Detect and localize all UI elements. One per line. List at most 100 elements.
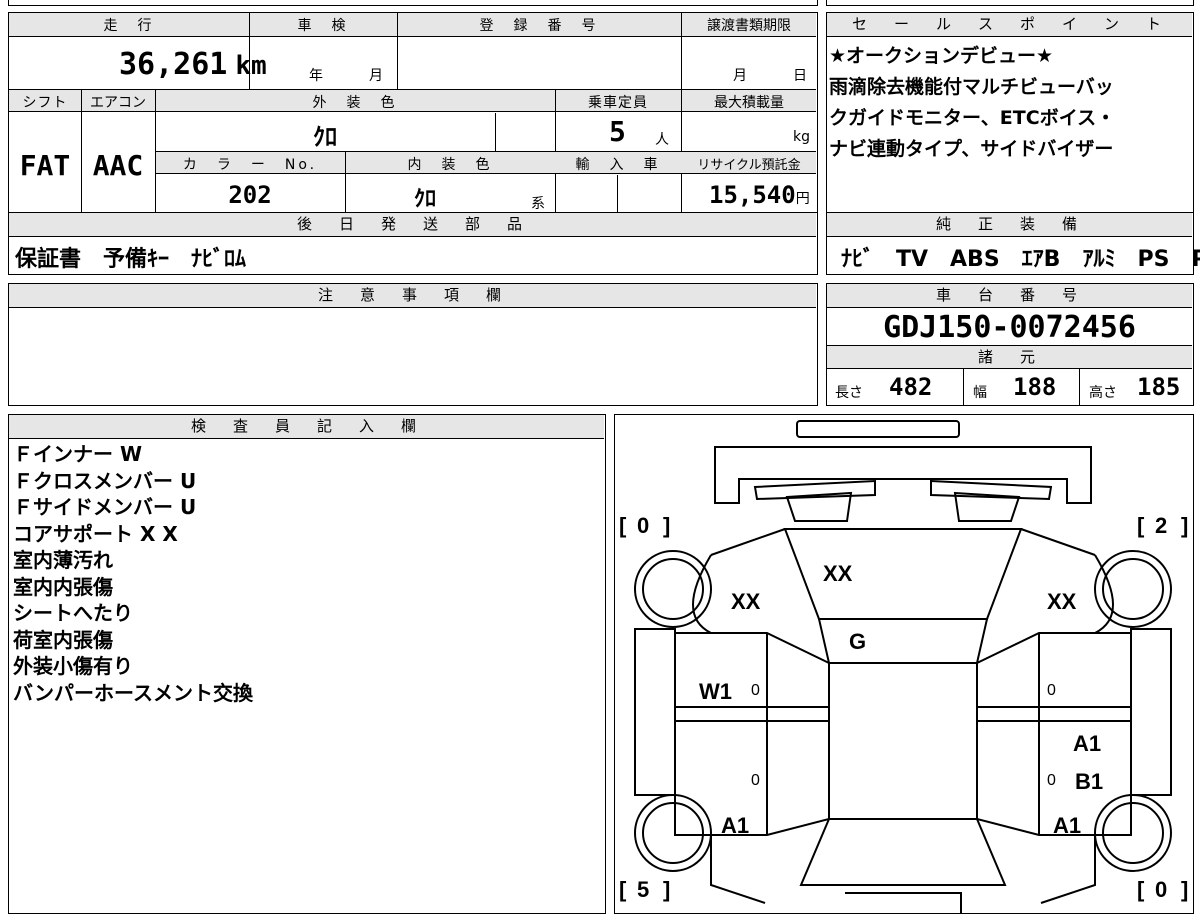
note-line: コアサポート X X bbox=[13, 521, 178, 546]
note-line: Ｆサイドメンバー U bbox=[13, 495, 197, 519]
height-value: 185 bbox=[1137, 373, 1181, 401]
capacity-value: 5 bbox=[609, 115, 626, 148]
note-line: Ｆインナー W bbox=[13, 442, 143, 466]
note-line: 外装小傷有り bbox=[13, 654, 133, 678]
wheel-rr-shape bbox=[1094, 794, 1172, 872]
note-line: 室内薄汚れ bbox=[13, 548, 113, 572]
genuine-equipment-section: 純 正 装 備 ﾅﾋﾞ TV ABS ｴｱB ｱﾙﾐ PS PW bbox=[826, 212, 1200, 275]
mileage-label: 走 行 bbox=[103, 18, 155, 34]
sales-point-label: セ ー ル ス ポ イ ン ト bbox=[827, 13, 1192, 37]
damage-quarter-right: A1 bbox=[1053, 813, 1081, 838]
damage-hood: XX bbox=[823, 561, 853, 586]
windshield-shape bbox=[817, 618, 989, 664]
tire-fl-value: 0 bbox=[637, 513, 649, 538]
import-label: 輸 入 車 bbox=[575, 157, 661, 173]
genuine-equipment-label: 純 正 装 備 bbox=[827, 213, 1192, 237]
chassis-section: 車 台 番 号 GDJ150-0072456 諸 元 長さ 482 幅 188 … bbox=[826, 283, 1194, 406]
caution-section: 注 意 事 項 欄 bbox=[8, 283, 818, 406]
sales-point-lines: ★オークションデビュー★ 雨滴除去機能付マルチビューバッ クガイドモニター、ET… bbox=[829, 41, 1115, 165]
interior-color-label: 内 装 色 bbox=[407, 157, 493, 173]
damage-door-fl: W1 bbox=[699, 679, 732, 704]
front-bumper-shape bbox=[714, 446, 1092, 504]
inspector-section: 検 査 員 記 入 欄 Ｆインナー W Ｆクロスメンバー U Ｆサイドメンバー … bbox=[8, 414, 606, 914]
aircon-value: AAC bbox=[92, 149, 144, 182]
note-line: バンパーホースメント交換 bbox=[13, 680, 253, 705]
small-door-fl: 0 bbox=[751, 682, 760, 699]
shift-label: シフト bbox=[22, 95, 68, 111]
damage-quarter-left: A1 bbox=[721, 813, 749, 838]
width-label: 幅 bbox=[973, 385, 987, 401]
shaken-label: 車 検 bbox=[297, 18, 349, 34]
damage-fender-left: XX bbox=[731, 589, 761, 614]
shaken-month-unit: 月 bbox=[369, 68, 386, 84]
note-line: 荷室内張傷 bbox=[13, 627, 113, 652]
specs-label: 諸 元 bbox=[827, 345, 1192, 369]
transfer-day-unit: 日 bbox=[793, 68, 810, 84]
recycle-value: 15,540円 bbox=[709, 181, 810, 209]
color-no-value: 202 bbox=[228, 181, 272, 209]
max-load-unit: kg bbox=[793, 129, 810, 145]
svg-text:[: [ bbox=[1137, 877, 1145, 902]
svg-text:]: ] bbox=[1181, 513, 1188, 538]
chassis-label: 車 台 番 号 bbox=[827, 284, 1192, 308]
license-plate-shape bbox=[796, 420, 960, 438]
sales-line: 雨滴除去機能付マルチビューバッ bbox=[829, 76, 1114, 98]
damage-door-rr-b: B1 bbox=[1075, 769, 1103, 794]
interior-color-value: ｸﾛ bbox=[413, 187, 436, 212]
later-parts-section: 後 日 発 送 部 品 保証書 予備ｷｰ ﾅﾋﾞﾛﾑ bbox=[8, 212, 818, 275]
chassis-value: GDJ150-0072456 bbox=[883, 310, 1136, 345]
genuine-equipment-value: ﾅﾋﾞ TV ABS ｴｱB ｱﾙﾐ PS PW bbox=[841, 247, 1200, 272]
note-line: シートへたり bbox=[13, 601, 133, 625]
shaken-year-unit: 年 bbox=[309, 68, 326, 84]
hood-shape bbox=[783, 528, 1023, 620]
vehicle-info-table: 走 行 車 検 登 録 番 号 譲渡書類期限 36,261 km 年 月 月 日 … bbox=[8, 12, 818, 215]
wheel-fl-shape bbox=[634, 550, 712, 628]
capacity-label: 乗車定員 bbox=[588, 95, 648, 111]
tire-fr-value: 2 bbox=[1155, 513, 1167, 538]
svg-text:]: ] bbox=[663, 513, 670, 538]
transfer-deadline-label: 譲渡書類期限 bbox=[707, 18, 791, 34]
length-value: 482 bbox=[889, 373, 933, 401]
roof-shape bbox=[828, 662, 978, 820]
transfer-month-unit: 月 bbox=[733, 68, 750, 84]
note-line: 室内内張傷 bbox=[13, 574, 113, 599]
interior-color-suffix: 系 bbox=[531, 196, 545, 212]
small-door-rl: 0 bbox=[751, 772, 760, 789]
sales-line: ナビ連動タイプ、サイドバイザー bbox=[829, 138, 1114, 160]
car-diagram: [ 0 ] [ 2 ] [ 5 ] [ 0 ] XX XX XX G W1 A1… bbox=[619, 420, 1188, 913]
sales-point-section: セ ー ル ス ポ イ ン ト ★オークションデビュー★ 雨滴除去機能付マルチビ… bbox=[826, 12, 1194, 214]
wheel-fr-shape bbox=[1094, 550, 1172, 628]
mileage-value: 36,261 km bbox=[119, 47, 267, 82]
caution-label: 注 意 事 項 欄 bbox=[9, 284, 816, 308]
svg-text:[: [ bbox=[1137, 513, 1145, 538]
wheel-rl-shape bbox=[634, 794, 712, 872]
top-strip bbox=[8, 0, 818, 6]
capacity-unit: 人 bbox=[655, 132, 669, 148]
top-strip-right bbox=[826, 0, 1194, 6]
note-line: Ｆクロスメンバー U bbox=[13, 468, 197, 493]
aircon-label: エアコン bbox=[90, 95, 146, 111]
height-label: 高さ bbox=[1089, 385, 1117, 401]
sales-line: ★オークションデビュー★ bbox=[829, 45, 1054, 67]
damage-diagram-section: [ 0 ] [ 2 ] [ 5 ] [ 0 ] XX XX XX G W1 A1… bbox=[614, 414, 1194, 914]
svg-text:]: ] bbox=[663, 877, 670, 902]
small-door-rr: 0 bbox=[1047, 772, 1056, 789]
damage-door-rr-a: A1 bbox=[1073, 731, 1101, 756]
width-value: 188 bbox=[1013, 373, 1057, 401]
sales-line: クガイドモニター、ETCボイス・ bbox=[829, 107, 1116, 129]
damage-fender-right: XX bbox=[1047, 589, 1077, 614]
later-parts-label: 後 日 発 送 部 品 bbox=[9, 213, 816, 237]
inspector-notes: Ｆインナー W Ｆクロスメンバー U Ｆサイドメンバー U コアサポート X X… bbox=[13, 441, 253, 706]
small-door-fr: 0 bbox=[1047, 682, 1056, 699]
later-parts-value: 保証書 予備ｷｰ ﾅﾋﾞﾛﾑ bbox=[15, 247, 247, 272]
length-label: 長さ bbox=[835, 385, 863, 401]
tire-rl-value: 5 bbox=[637, 877, 649, 902]
shift-value: FAT bbox=[19, 149, 71, 182]
exterior-color-label: 外 装 色 bbox=[312, 95, 398, 111]
svg-text:[: [ bbox=[619, 877, 627, 902]
max-load-label: 最大積載量 bbox=[714, 95, 784, 111]
recycle-label: リサイクル預託金 bbox=[697, 158, 801, 173]
inspector-label: 検 査 員 記 入 欄 bbox=[9, 415, 604, 439]
tire-rr-value: 0 bbox=[1155, 877, 1167, 902]
exterior-color-value: ｸﾛ bbox=[313, 123, 337, 151]
